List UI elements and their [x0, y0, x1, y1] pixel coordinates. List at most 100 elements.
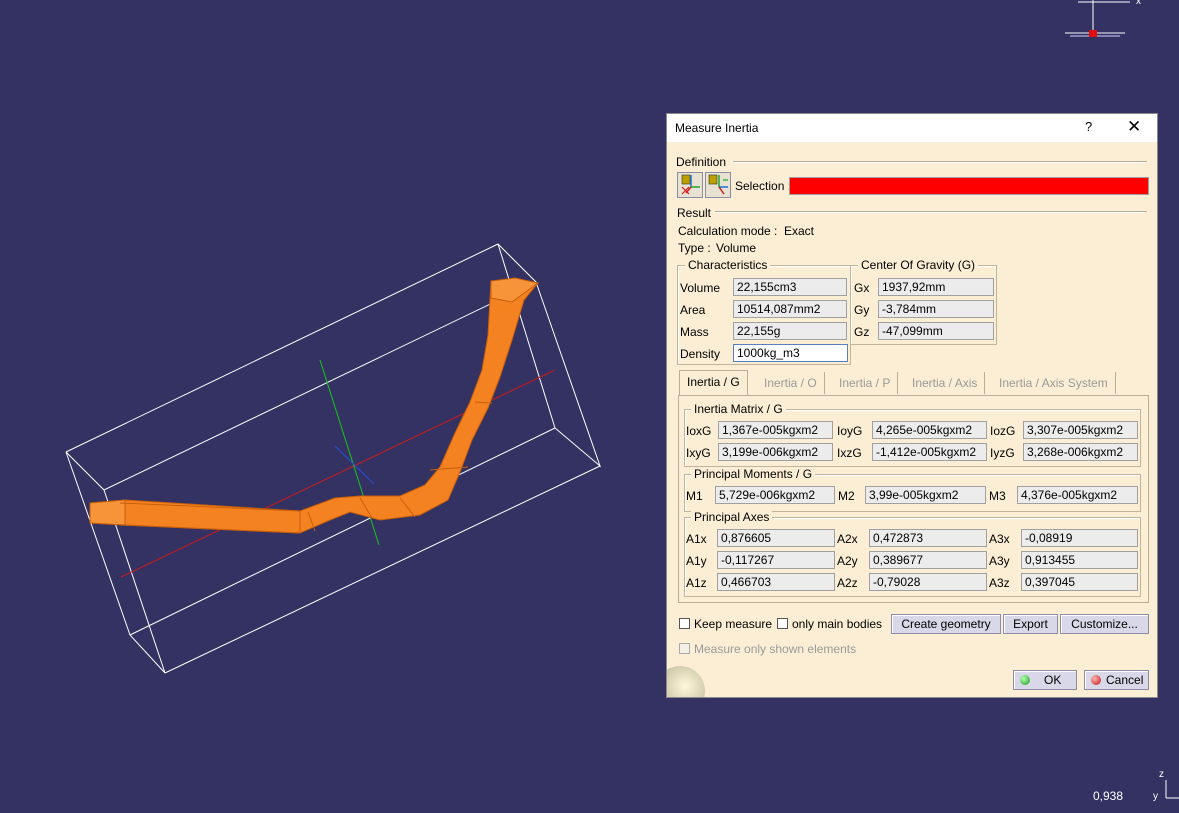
keep-measure-checkbox[interactable]: [679, 618, 690, 629]
iyzg-field: 3,268e-006kgxm2: [1023, 443, 1138, 461]
globe-decoration-icon: [667, 666, 705, 697]
a3y-label: A3y: [989, 554, 1010, 568]
area-label: Area: [680, 303, 706, 317]
tab-inertia-p[interactable]: Inertia / P: [832, 372, 899, 394]
axis-triad-icon: [1165, 780, 1179, 799]
ioyg-label: IoyG: [837, 424, 863, 438]
volume-field: 22,155cm3: [733, 278, 847, 296]
principal-moments-title: Principal Moments / G: [691, 467, 816, 481]
selection-field[interactable]: [789, 177, 1149, 195]
principal-axes-title: Principal Axes: [691, 510, 773, 524]
cancel-button[interactable]: Cancel: [1084, 670, 1149, 690]
iozg-field: 3,307e-005kgxm2: [1023, 421, 1138, 439]
ioxg-label: IoxG: [686, 424, 712, 438]
cancel-label: Cancel: [1106, 673, 1144, 687]
a3x-label: A3x: [989, 532, 1010, 546]
m1-field: 5,729e-006kgxm2: [715, 486, 835, 504]
characteristics-title: Characteristics: [685, 258, 771, 272]
m2-label: M2: [838, 489, 855, 503]
tab-inertia-o[interactable]: Inertia / O: [757, 372, 825, 394]
volume-label: Volume: [680, 281, 721, 295]
ioyg-field: 4,265e-005kgxm2: [872, 421, 987, 439]
measure-inertia-dialog: Measure Inertia ? ✕ Definition Selection…: [666, 113, 1158, 698]
only-main-bodies-label: only main bodies: [792, 617, 883, 631]
only-main-bodies-checkbox[interactable]: [777, 618, 788, 629]
ixyg-field: 3,199e-006kgxm2: [718, 443, 833, 461]
type-label: Type :: [678, 241, 711, 255]
a1z-field: 0,466703: [717, 573, 835, 591]
mass-field: 22,155g: [733, 322, 847, 340]
a2y-label: A2y: [837, 554, 858, 568]
export-button[interactable]: Export: [1003, 614, 1058, 634]
a1x-field: 0,876605: [717, 529, 835, 547]
selection-label: Selection :: [735, 179, 792, 193]
ixzg-label: IxzG: [837, 446, 862, 460]
axis-triad-z-label: z: [1159, 769, 1164, 780]
density-label: Density: [680, 347, 721, 361]
zoom-scale-readout: 0,938: [1093, 789, 1124, 803]
a1z-label: A1z: [686, 576, 707, 590]
a1y-label: A1y: [686, 554, 707, 568]
keep-measure-label: Keep measure: [694, 617, 773, 631]
density-input[interactable]: 1000kg_m3: [733, 344, 848, 362]
ok-button[interactable]: OK: [1013, 670, 1077, 690]
m2-field: 3,99e-005kgxm2: [865, 486, 986, 504]
ok-label: OK: [1044, 673, 1062, 687]
gz-label: Gz: [854, 325, 870, 339]
measure-item-icon[interactable]: [677, 172, 703, 198]
pipe-part[interactable]: [89, 277, 540, 534]
calc-mode-value: Exact: [784, 224, 815, 238]
result-label: Result: [677, 206, 712, 220]
dialog-titlebar[interactable]: Measure Inertia ? ✕: [667, 114, 1157, 142]
help-button[interactable]: ?: [1085, 119, 1092, 134]
a3z-label: A3z: [989, 576, 1010, 590]
measure-only-shown-checkbox: [679, 643, 690, 654]
a2y-field: 0,389677: [869, 551, 987, 569]
center-of-gravity-title: Center Of Gravity (G): [858, 258, 979, 272]
definition-label: Definition: [676, 155, 727, 169]
a2x-label: A2x: [837, 532, 858, 546]
ixyg-label: IxyG: [686, 446, 711, 460]
definition-divider: [733, 161, 1147, 163]
calc-mode-label: Calculation mode :: [678, 224, 778, 238]
gy-label: Gy: [854, 303, 870, 317]
ioxg-field: 1,367e-005kgxm2: [718, 421, 833, 439]
m3-field: 4,376e-005kgxm2: [1017, 486, 1138, 504]
cancel-red-icon: [1091, 675, 1101, 685]
a2z-label: A2z: [837, 576, 858, 590]
m1-label: M1: [686, 489, 703, 503]
a3x-field: -0,08919: [1021, 529, 1138, 547]
inertia-matrix-title: Inertia Matrix / G: [691, 402, 786, 416]
ok-green-icon: [1020, 675, 1030, 685]
gy-field: -3,784mm: [878, 300, 994, 318]
customize-button[interactable]: Customize...: [1060, 614, 1149, 634]
gz-field: -47,099mm: [878, 322, 994, 340]
a3z-field: 0,397045: [1021, 573, 1138, 591]
mass-label: Mass: [680, 325, 709, 339]
compass-icon[interactable]: [1065, 0, 1130, 37]
measure-only-shown-label: Measure only shown elements: [694, 642, 857, 656]
area-field: 10514,087mm2: [733, 300, 847, 318]
a2x-field: 0,472873: [869, 529, 987, 547]
a1x-label: A1x: [686, 532, 707, 546]
measure-axis-icon[interactable]: [705, 172, 731, 198]
a1y-field: -0,117267: [717, 551, 835, 569]
create-geometry-button[interactable]: Create geometry: [891, 614, 1001, 634]
a2z-field: -0,79028: [869, 573, 987, 591]
close-button[interactable]: ✕: [1127, 117, 1141, 137]
tab-inertia-g[interactable]: Inertia / G: [679, 370, 748, 396]
m3-label: M3: [989, 489, 1006, 503]
iozg-label: IozG: [990, 424, 1016, 438]
result-divider: [715, 211, 1147, 213]
ixzg-field: -1,412e-005kgxm2: [872, 443, 987, 461]
principal-axis-blue: [334, 445, 375, 485]
gx-field: 1937,92mm: [878, 278, 994, 296]
tab-inertia-axis-system[interactable]: Inertia / Axis System: [992, 372, 1116, 394]
gx-label: Gx: [854, 281, 870, 295]
tab-inertia-axis[interactable]: Inertia / Axis: [905, 372, 986, 394]
type-value: Volume: [716, 241, 757, 255]
a3y-field: 0,913455: [1021, 551, 1138, 569]
axis-triad-y-label: y: [1153, 791, 1158, 802]
dialog-title: Measure Inertia: [675, 121, 759, 135]
compass-x-label: x: [1136, 0, 1141, 7]
